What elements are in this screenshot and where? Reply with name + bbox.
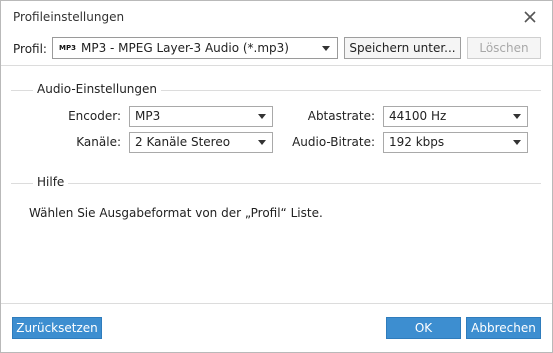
- channels-label: Kanäle:: [76, 135, 121, 149]
- bitrate-value: 192 kbps: [389, 135, 445, 149]
- help-section-title: Hilfe: [33, 175, 69, 189]
- chevron-down-icon: [258, 140, 266, 145]
- profile-toolbar: Profil: MP3 MP3 - MPEG Layer-3 Audio (*.…: [1, 35, 552, 65]
- samplerate-value: 44100 Hz: [389, 109, 447, 123]
- encoder-value: MP3: [135, 109, 161, 123]
- profil-dropdown[interactable]: MP3 MP3 - MPEG Layer-3 Audio (*.mp3): [52, 37, 338, 59]
- title-bar: Profileinstellungen: [1, 1, 552, 34]
- dialog-title: Profileinstellungen: [13, 10, 125, 24]
- encoder-label: Encoder:: [68, 109, 121, 123]
- cancel-button[interactable]: Abbrechen: [466, 317, 541, 339]
- bitrate-dropdown[interactable]: 192 kbps: [383, 132, 528, 153]
- chevron-down-icon: [513, 114, 521, 119]
- mp3-file-icon: MP3: [59, 44, 76, 52]
- samplerate-dropdown[interactable]: 44100 Hz: [383, 106, 528, 127]
- help-section-divider: [11, 183, 541, 184]
- bitrate-label: Audio-Bitrate:: [292, 135, 375, 149]
- settings-body: Audio-Einstellungen Encoder: MP3 Kanäle:…: [1, 65, 552, 304]
- profile-settings-dialog: Profileinstellungen Profil: MP3 MP3 - MP…: [0, 0, 553, 353]
- channels-dropdown[interactable]: 2 Kanäle Stereo: [129, 132, 273, 153]
- close-icon[interactable]: [520, 7, 540, 27]
- profil-label: Profil:: [13, 42, 47, 56]
- chevron-down-icon: [258, 114, 266, 119]
- audio-section-title: Audio-Einstellungen: [33, 82, 162, 96]
- help-text: Wählen Sie Ausgabeformat von der „Profil…: [29, 206, 323, 220]
- chevron-down-icon: [513, 140, 521, 145]
- delete-button[interactable]: Löschen: [467, 37, 541, 59]
- chevron-down-icon: [322, 46, 330, 51]
- reset-button[interactable]: Zurücksetzen: [12, 317, 102, 339]
- save-as-button[interactable]: Speichern unter...: [344, 37, 461, 59]
- ok-button[interactable]: OK: [386, 317, 461, 339]
- encoder-dropdown[interactable]: MP3: [129, 106, 273, 127]
- profil-selected-value: MP3 - MPEG Layer-3 Audio (*.mp3): [81, 41, 289, 55]
- samplerate-label: Abtastrate:: [307, 109, 375, 123]
- channels-value: 2 Kanäle Stereo: [135, 135, 231, 149]
